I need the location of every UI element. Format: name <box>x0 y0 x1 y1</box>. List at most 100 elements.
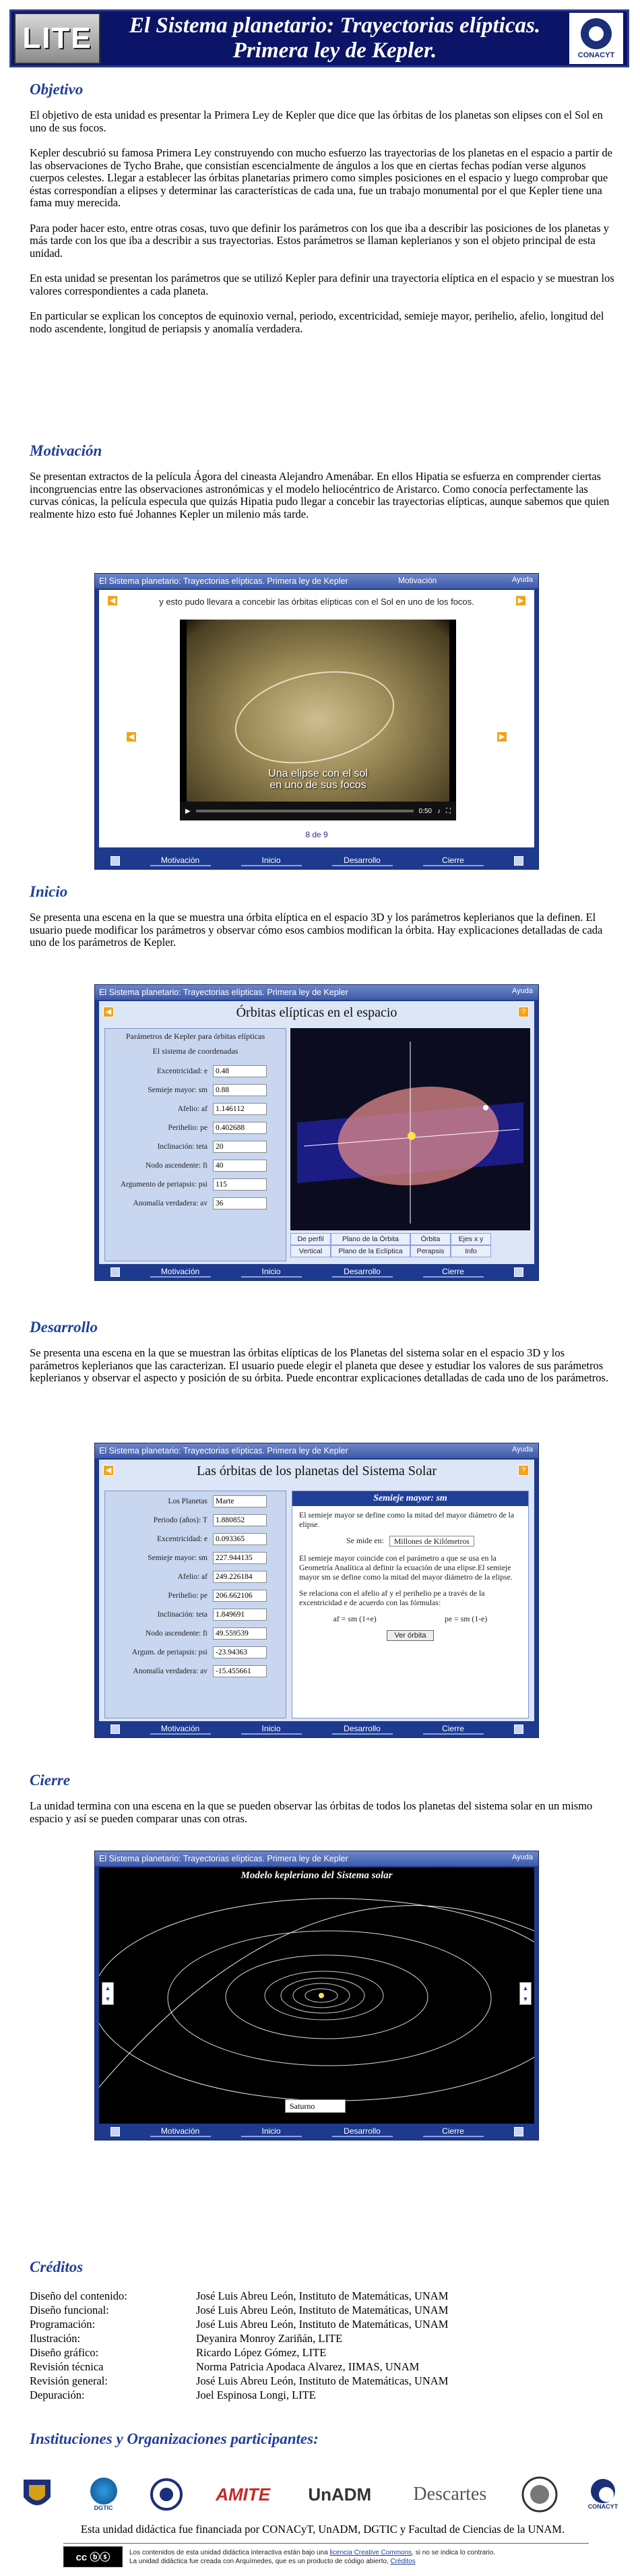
formulas: af = sm (1+e) pe = sm (1-e) <box>299 1614 521 1623</box>
planet-select[interactable]: Saturno <box>285 2099 346 2113</box>
nav-cierre[interactable]: Cierre <box>422 856 484 866</box>
license-line: , si no se indica lo contrario. <box>412 2548 496 2556</box>
coordinates-heading[interactable]: El sistema de coordenadas <box>105 1046 286 1056</box>
prev-arrow-icon[interactable]: ◀ <box>126 731 137 742</box>
unam-logo[interactable] <box>13 2474 61 2515</box>
nav-inicio[interactable]: Inicio <box>241 2126 302 2137</box>
inicio-screenshot: El Sistema planetario: Trayectorias elíp… <box>94 984 539 1281</box>
orbit-line <box>92 1898 578 2101</box>
tab-orbita[interactable]: Órbita <box>410 1233 451 1245</box>
nav-right-icon[interactable] <box>513 2127 523 2136</box>
conacyt-footer-logo[interactable]: CONACYT <box>579 2474 627 2515</box>
tab-perapsis[interactable]: Perapsis <box>410 1245 451 1257</box>
formula: pe = sm (1-e) <box>445 1614 488 1623</box>
credit-row: Revisión técnica Norma Patricia Apodaca A… <box>30 2360 616 2374</box>
param-label: Argum. de periapsis: psi <box>131 1648 207 1656</box>
cierre-screenshot: El Sistema planetario: Trayectorias elíp… <box>85 1851 578 2140</box>
desarrollo-panel: ◀ ? Las órbitas de los planetas del Sist… <box>99 1460 534 1723</box>
credit-person: Ricardo López Gómez, LITE <box>196 2346 327 2359</box>
play-icon[interactable]: ▶ <box>185 808 191 815</box>
nav-left-icon[interactable] <box>110 1267 120 1277</box>
app-navbar: Motivación Inicio Desarrollo Cierre <box>95 2124 538 2140</box>
amite-logo[interactable]: AMITE <box>206 2474 280 2515</box>
credit-row: Programación: José Luis Abreu León, Insti… <box>30 2317 616 2331</box>
tab-vertical[interactable]: Vertical <box>290 1245 331 1257</box>
nav-cierre[interactable]: Cierre <box>422 1267 484 1278</box>
forward-arrow-icon[interactable]: ▶ <box>515 595 526 606</box>
uni-seal-logo[interactable] <box>519 2474 560 2515</box>
nav-right-icon[interactable] <box>513 1267 523 1277</box>
unam-fc-logo[interactable] <box>146 2474 187 2515</box>
planet-select[interactable]: Marte <box>213 1495 267 1507</box>
nav-desarrollo[interactable]: Desarrollo <box>331 1724 393 1735</box>
fullscreen-icon[interactable]: ⛶ <box>446 808 451 815</box>
ellipse-drawing <box>226 657 403 777</box>
video-panel: y esto pudo llevara a concebir las órbit… <box>99 590 534 847</box>
param-label: Perihelio: pe <box>168 1123 207 1132</box>
video-subtitle-line: Una elipse con el sol <box>268 768 368 779</box>
orbit-3d-canvas[interactable] <box>290 1028 530 1230</box>
section-title: Objetivo <box>30 81 84 98</box>
nav-left-icon[interactable] <box>110 1725 120 1734</box>
volume-icon[interactable]: ♪ <box>437 808 441 815</box>
unadm-logo[interactable]: UnADM <box>299 2474 380 2515</box>
credits-link[interactable]: Créditos <box>391 2558 416 2565</box>
nav-motivacion[interactable]: Motivación <box>150 2126 211 2137</box>
nav-motivacion[interactable]: Motivación <box>150 856 211 866</box>
ver-orbita-button[interactable]: Ver órbita <box>387 1630 434 1641</box>
nav-desarrollo[interactable]: Desarrollo <box>331 856 393 866</box>
nav-inicio[interactable]: Inicio <box>241 1267 302 1278</box>
nav-cierre[interactable]: Cierre <box>422 2126 484 2137</box>
video-player[interactable]: Una elipse con el sol en uno de sus foco… <box>180 620 456 820</box>
creative-commons-badge[interactable]: cc ⓑⓢ <box>63 2546 123 2567</box>
tab-plano-ecliptica[interactable]: Plano de la Eclíptica <box>331 1245 410 1257</box>
next-arrow-icon[interactable]: ▶ <box>497 731 507 742</box>
nav-motivacion[interactable]: Motivación <box>150 1267 211 1278</box>
help-button[interactable]: Ayuda <box>512 576 533 584</box>
nav-inicio[interactable]: Inicio <box>241 1724 302 1735</box>
param-input[interactable]: 115 <box>213 1178 267 1191</box>
license-link[interactable]: licencia Creative Commons <box>329 2549 412 2556</box>
tab-info[interactable]: Info <box>451 1245 491 1257</box>
unit-select[interactable]: Millones de Kilómetros <box>389 1536 474 1547</box>
help-button[interactable]: Ayuda <box>512 1853 533 1861</box>
tab-plano-orbita[interactable]: Plano de la Órbita <box>331 1233 410 1245</box>
nav-inicio[interactable]: Inicio <box>241 856 302 866</box>
nav-left-icon[interactable] <box>110 856 120 866</box>
param-input[interactable]: 1.146112 <box>213 1102 267 1115</box>
section-title: Desarrollo <box>30 1319 98 1336</box>
help-button[interactable]: Ayuda <box>512 1445 533 1454</box>
credit-row: Diseño del contenido: José Luis Abreu Leó… <box>30 2289 616 2303</box>
section-inicio: Inicio Se presenta una escena en la que … <box>30 883 616 962</box>
app-titlebar: El Sistema planetario: Trayectorias elíp… <box>95 985 538 1000</box>
credit-row: Diseño gráfico: Ricardo López Gómez, LITE <box>30 2345 616 2360</box>
nav-right-icon[interactable] <box>513 856 523 866</box>
nav-right-icon[interactable] <box>513 1725 523 1734</box>
help-button[interactable]: Ayuda <box>512 987 533 995</box>
param-input[interactable]: 0.48 <box>213 1065 267 1077</box>
tab-ejes[interactable]: Ejes x y <box>451 1233 491 1245</box>
nav-desarrollo[interactable]: Desarrollo <box>331 1267 393 1278</box>
descartes-logo[interactable]: Descartes <box>399 2474 501 2515</box>
button-wrap: Ver órbita <box>299 1630 521 1641</box>
param-row: Perihelio: pe 0.402688 <box>105 1120 286 1135</box>
param-input[interactable]: 40 <box>213 1159 267 1172</box>
dgtic-logo[interactable]: DGTIC <box>80 2474 127 2515</box>
back-arrow-icon[interactable]: ◀ <box>107 595 118 606</box>
nav-left-icon[interactable] <box>110 2127 120 2136</box>
param-input[interactable]: 0.88 <box>213 1083 267 1096</box>
nav-motivacion[interactable]: Motivación <box>150 1724 211 1735</box>
zoom-stepper-left[interactable]: ▲ ▼ <box>102 1982 114 2005</box>
param-input[interactable]: 36 <box>213 1197 267 1209</box>
param-input[interactable]: 20 <box>213 1140 267 1153</box>
paragraph: El objetivo de esta unidad es presentar … <box>30 109 603 134</box>
nav-cierre[interactable]: Cierre <box>422 1724 484 1735</box>
solar-system-canvas[interactable]: Modelo kepleriano del Sistema solar ▲ ▼ ▲… <box>85 1867 578 2124</box>
tab-de-perfil[interactable]: De perfil <box>290 1233 331 1245</box>
nav-desarrollo[interactable]: Desarrollo <box>331 2126 393 2137</box>
param-label: Excentricidad: e <box>156 1067 207 1075</box>
param-input[interactable]: 0.402688 <box>213 1121 267 1134</box>
tab-motivacion[interactable]: Motivación <box>398 576 437 585</box>
zoom-stepper-right[interactable]: ▲ ▼ <box>519 1982 532 2005</box>
video-progress-bar[interactable] <box>195 810 414 812</box>
